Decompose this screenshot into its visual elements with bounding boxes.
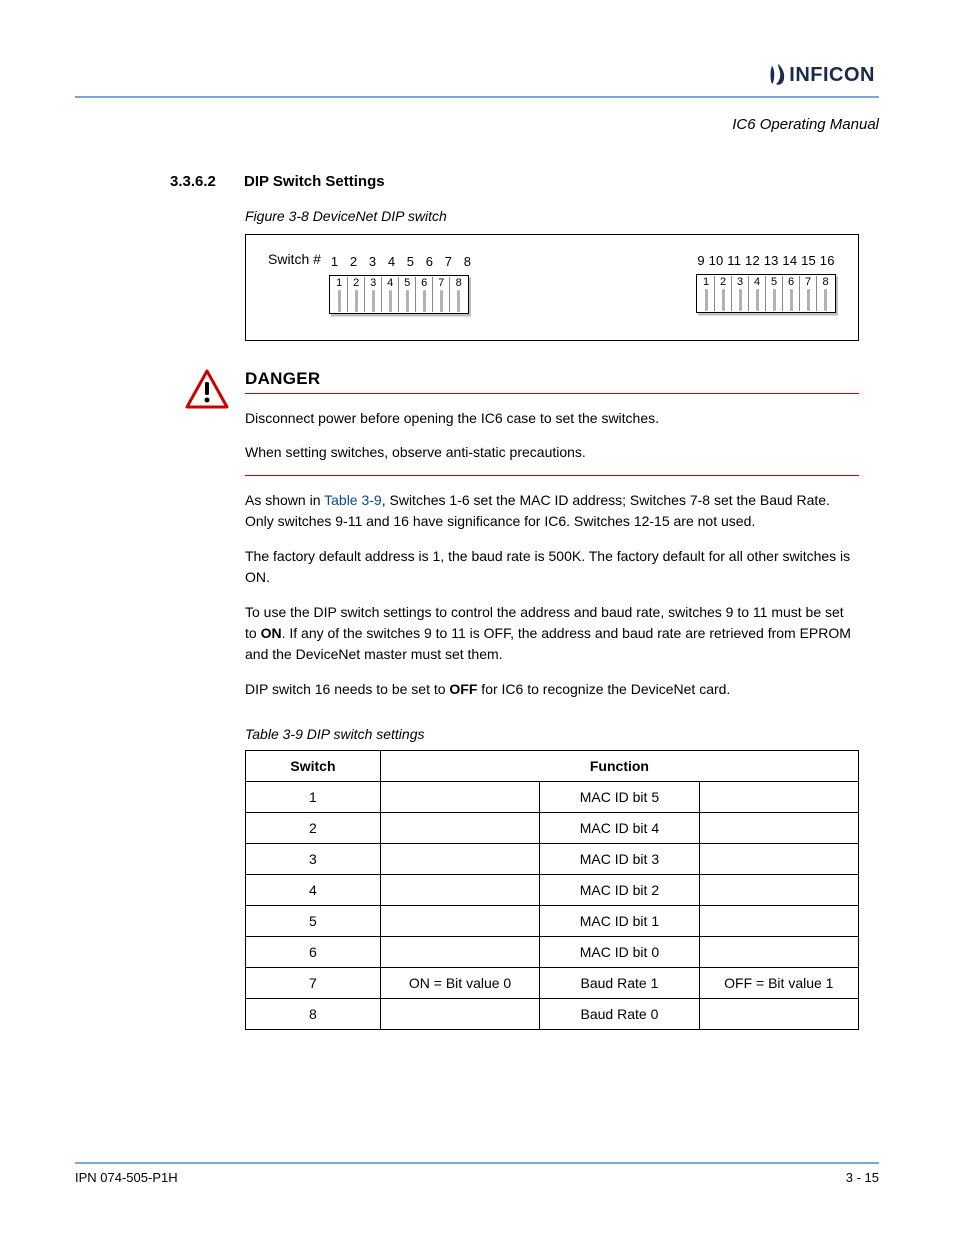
table-row: 3MAC ID bit 3 — [246, 843, 859, 874]
danger-callout: DANGER Disconnect power before opening t… — [185, 369, 859, 476]
table-header-function: Function — [380, 750, 858, 781]
body-paragraph-4: DIP switch 16 needs to be set to OFF for… — [245, 679, 859, 700]
logo-icon — [768, 64, 786, 86]
table-row: 2MAC ID bit 4 — [246, 812, 859, 843]
body-paragraph-2: The factory default address is 1, the ba… — [245, 546, 859, 588]
dip-switch-settings-table: Switch Function 1MAC ID bit 5 2MAC ID bi… — [245, 750, 859, 1030]
section-title: DIP Switch Settings — [244, 173, 385, 190]
page-header: INFICON — [75, 60, 879, 90]
logo-text: INFICON — [789, 64, 875, 87]
danger-heading: DANGER — [245, 369, 320, 388]
table-row: 1MAC ID bit 5 — [246, 781, 859, 812]
danger-icon — [185, 369, 229, 476]
page-footer: IPN 074-505-P1H 3 - 15 — [75, 1162, 879, 1185]
table-caption: Table 3-9 DIP switch settings — [245, 726, 859, 742]
footer-left: IPN 074-505-P1H — [75, 1170, 178, 1185]
table-row: 4MAC ID bit 2 — [246, 874, 859, 905]
danger-text-2: When setting switches, observe anti-stat… — [245, 442, 859, 462]
switch-number-label: Switch # — [268, 251, 321, 267]
switch-group2-external-numbers: 9 10 11 12 13 14 15 16 — [697, 253, 834, 268]
figure-caption: Figure 3-8 DeviceNet DIP switch — [245, 208, 859, 224]
section-number: 3.3.6.2 — [170, 173, 230, 190]
table-cross-ref-link[interactable]: Table 3-9 — [324, 492, 382, 508]
dip-switch-bank-2: 1 2 3 4 5 6 7 8 — [696, 274, 836, 313]
table-row: 5MAC ID bit 1 — [246, 905, 859, 936]
document-title: IC6 Operating Manual — [75, 116, 879, 133]
brand-logo: INFICON — [768, 64, 875, 87]
body-paragraph-3: To use the DIP switch settings to contro… — [245, 602, 859, 665]
dip-switch-bank-1: 1 2 3 4 5 6 7 8 — [329, 275, 469, 314]
footer-right: 3 - 15 — [846, 1170, 879, 1185]
switch-group1-external-numbers: 1 2 3 4 5 6 7 8 — [331, 254, 473, 269]
table-row: 8Baud Rate 0 — [246, 998, 859, 1029]
table-row: 6MAC ID bit 0 — [246, 936, 859, 967]
table-header-switch: Switch — [246, 750, 381, 781]
table-row: 7ON = Bit value 0Baud Rate 1OFF = Bit va… — [246, 967, 859, 998]
header-rule — [75, 96, 879, 98]
dip-switch-figure: Switch # 1 2 3 4 5 6 7 8 — [245, 234, 859, 341]
body-text: As shown in Table 3-9, Switches 1-6 set … — [245, 490, 859, 700]
danger-text-1: Disconnect power before opening the IC6 … — [245, 408, 859, 428]
body-paragraph-1: As shown in Table 3-9, Switches 1-6 set … — [245, 490, 859, 532]
